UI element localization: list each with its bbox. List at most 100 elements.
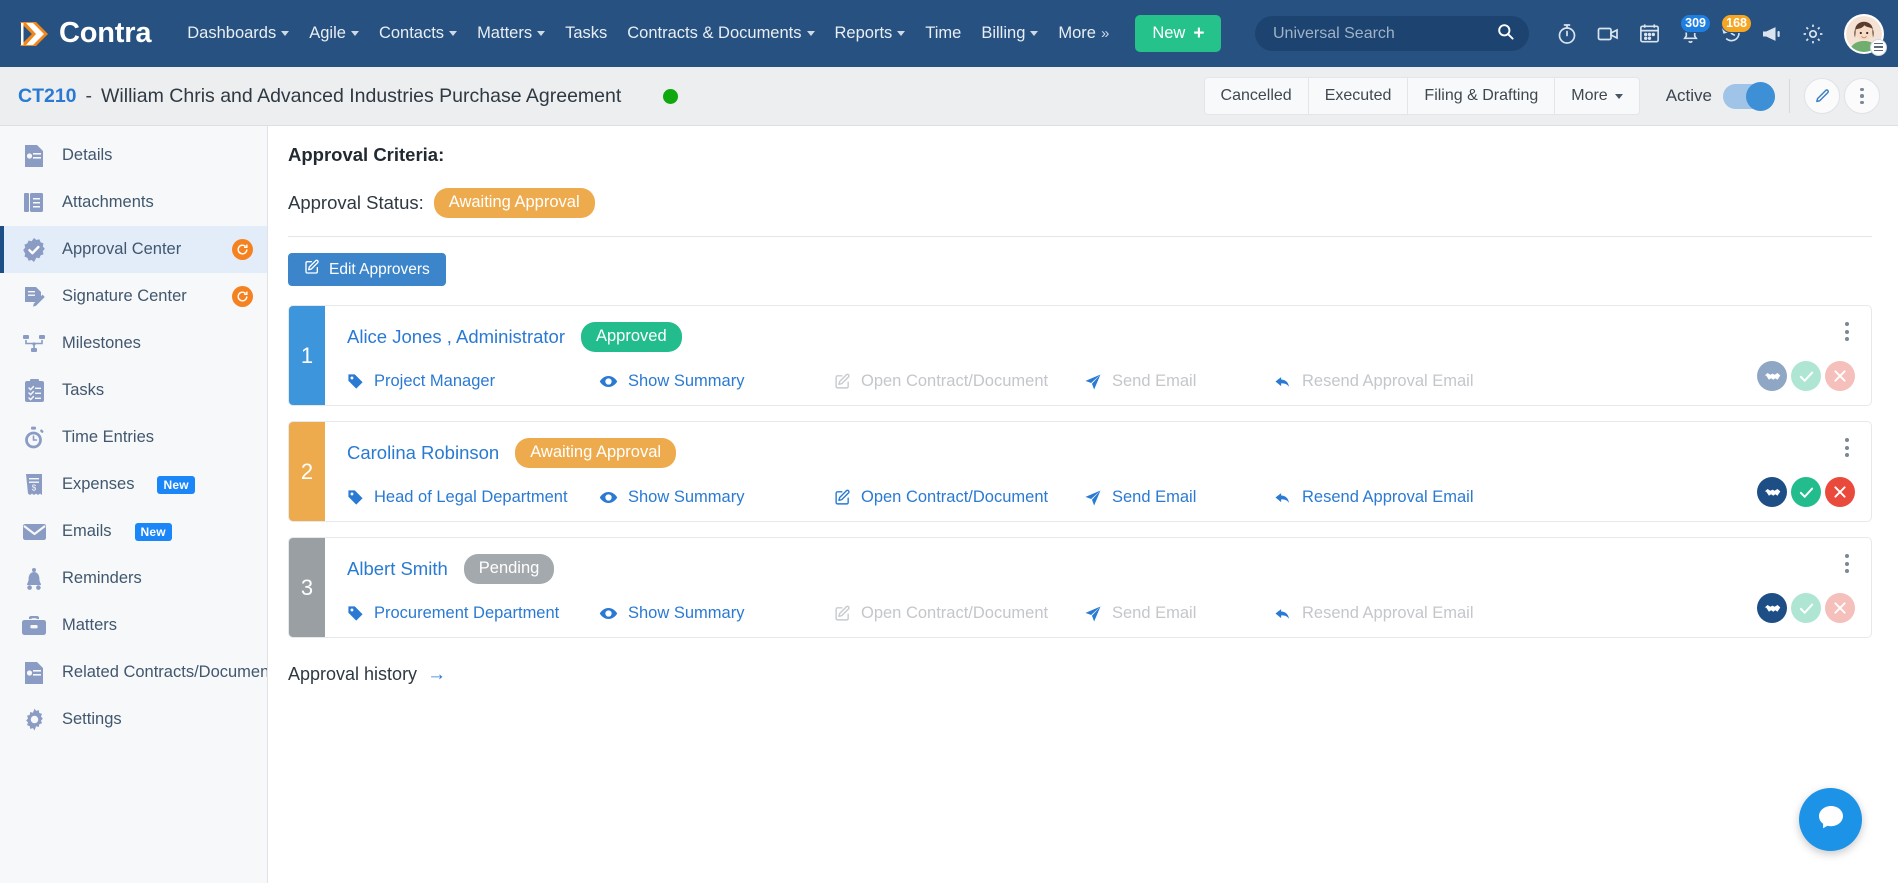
open-document-icon <box>834 605 851 622</box>
approver-decision-buttons <box>1757 593 1855 623</box>
megaphone-icon[interactable] <box>1753 15 1791 53</box>
edit-approvers-button[interactable]: Edit Approvers <box>288 253 446 286</box>
approver-more-menu[interactable] <box>1839 436 1855 459</box>
show-summary-link[interactable]: Show Summary <box>599 372 834 391</box>
sidebar-item-emails[interactable]: Emails New <box>0 508 267 555</box>
reject-button[interactable] <box>1825 477 1855 507</box>
sidebar-item-reminders[interactable]: Reminders <box>0 555 267 602</box>
sidebar-item-attachments[interactable]: Attachments <box>0 179 267 226</box>
approver-more-menu[interactable] <box>1839 320 1855 343</box>
bell-badge: 309 <box>1680 13 1711 33</box>
sidebar-item-related-contracts-documents[interactable]: Related Contracts/Documents <box>0 649 267 696</box>
approve-button[interactable] <box>1791 593 1821 623</box>
search-input[interactable] <box>1273 24 1496 43</box>
sidebar-item-tasks[interactable]: Tasks <box>0 367 267 414</box>
negotiate-button[interactable] <box>1757 361 1787 391</box>
stopwatch-icon[interactable] <box>1548 15 1586 53</box>
approver-more-menu[interactable] <box>1839 552 1855 575</box>
sidebar-item-label: Related Contracts/Documents <box>62 663 268 681</box>
approval-history-label: Approval history <box>288 664 418 684</box>
open-contract-document-link: Open Contract/Document <box>834 604 1084 623</box>
approver-role-link[interactable]: Head of Legal Department <box>347 488 599 507</box>
brand-logo[interactable]: Contra <box>18 17 151 50</box>
approver-status-badge: Awaiting Approval <box>515 438 677 468</box>
approver-card-body: Carolina Robinson Awaiting Approval Head… <box>325 422 1741 521</box>
show-summary-link[interactable]: Show Summary <box>599 604 834 623</box>
chevron-down-icon <box>1030 31 1039 36</box>
nav-link-contracts-documents[interactable]: Contracts & Documents <box>617 18 824 49</box>
chevron-down-icon <box>537 31 546 36</box>
show-summary-link[interactable]: Show Summary <box>599 488 834 507</box>
nav-link-dashboards[interactable]: Dashboards <box>177 18 299 49</box>
nav-link-reports[interactable]: Reports <box>825 18 916 49</box>
nav-link-agile[interactable]: Agile <box>299 18 369 49</box>
chat-bubble-icon <box>1815 801 1847 838</box>
active-toggle[interactable] <box>1723 81 1775 111</box>
negotiate-button[interactable] <box>1757 593 1787 623</box>
reject-button[interactable] <box>1825 593 1855 623</box>
history-clock-icon[interactable]: 168 <box>1712 13 1752 53</box>
approve-button[interactable] <box>1791 477 1821 507</box>
negotiate-button[interactable] <box>1757 477 1787 507</box>
sidebar-item-settings[interactable]: Settings <box>0 696 267 743</box>
resend-approval-email-link[interactable]: Resend Approval Email <box>1274 488 1474 507</box>
universal-search[interactable] <box>1255 16 1529 51</box>
search-icon[interactable] <box>1496 22 1515 46</box>
approver-status-badge: Pending <box>463 554 555 584</box>
chat-button[interactable] <box>1799 788 1862 851</box>
contract-id[interactable]: CT210 <box>18 85 77 108</box>
open-contract-document-link[interactable]: Open Contract/Document <box>834 488 1084 507</box>
sidebar-item-signature-center[interactable]: Signature Center <box>0 273 267 320</box>
approver-card-controls <box>1741 306 1871 405</box>
sidebar-item-matters[interactable]: Matters <box>0 602 267 649</box>
approver-name[interactable]: Albert Smith <box>347 558 448 580</box>
nav-link-tasks[interactable]: Tasks <box>555 18 617 49</box>
nav-link-contacts[interactable]: Contacts <box>369 18 467 49</box>
gear-icon[interactable] <box>1794 15 1832 53</box>
gear-icon <box>21 707 47 733</box>
status-button-executed[interactable]: Executed <box>1308 77 1409 115</box>
attachments-icon <box>21 190 47 216</box>
status-button-filing-drafting[interactable]: Filing & Drafting <box>1408 77 1556 115</box>
nav-link-more[interactable]: More» <box>1048 18 1119 49</box>
signature-icon <box>21 284 47 310</box>
sidebar-item-label: Tasks <box>62 381 105 399</box>
approver-header: Carolina Robinson Awaiting Approval <box>347 438 1727 468</box>
sidebar-item-details[interactable]: Details <box>0 132 267 179</box>
approve-button[interactable] <box>1791 361 1821 391</box>
approver-decision-buttons <box>1757 361 1855 391</box>
nav-link-time[interactable]: Time <box>915 18 971 49</box>
avatar-menu-icon[interactable] <box>1870 38 1887 56</box>
tag-icon <box>347 489 364 506</box>
sync-icon[interactable] <box>232 239 253 260</box>
edit-button[interactable] <box>1804 78 1840 114</box>
approval-history-link[interactable]: Approval history → <box>288 664 1872 685</box>
sidebar-item-time-entries[interactable]: Time Entries <box>0 414 267 461</box>
reject-button[interactable] <box>1825 361 1855 391</box>
new-button[interactable]: New + <box>1135 15 1222 52</box>
bell-icon[interactable]: 309 <box>1671 13 1711 53</box>
approver-name[interactable]: Alice Jones , Administrator <box>347 326 565 348</box>
approver-role-link[interactable]: Project Manager <box>347 372 599 391</box>
nav-link-billing[interactable]: Billing <box>971 18 1048 49</box>
contract-subheader: CT210 - William Chris and Advanced Indus… <box>0 67 1898 126</box>
send-email-link[interactable]: Send Email <box>1084 488 1274 507</box>
calendar-icon[interactable] <box>1630 15 1668 53</box>
approver-name[interactable]: Carolina Robinson <box>347 442 499 464</box>
status-button-cancelled[interactable]: Cancelled <box>1203 77 1309 115</box>
top-navigation-bar: Contra Dashboards Agile Contacts Matters… <box>0 0 1898 67</box>
tag-icon <box>347 373 364 390</box>
avatar[interactable] <box>1844 13 1887 56</box>
sidebar-item-approval-center[interactable]: Approval Center <box>0 226 267 273</box>
sidebar-item-expenses[interactable]: $ Expenses New <box>0 461 267 508</box>
more-options-button[interactable] <box>1844 78 1880 114</box>
page-body: Details Attachments Approval Center Sign… <box>0 126 1898 883</box>
sidebar-item-milestones[interactable]: Milestones <box>0 320 267 367</box>
nav-link-matters[interactable]: Matters <box>467 18 555 49</box>
video-camera-icon[interactable] <box>1589 15 1627 53</box>
new-badge: New <box>134 522 172 541</box>
sidebar-item-label: Settings <box>62 710 122 728</box>
approver-role-link[interactable]: Procurement Department <box>347 604 599 623</box>
sync-icon[interactable] <box>232 286 253 307</box>
status-button-more[interactable]: More <box>1555 77 1640 115</box>
